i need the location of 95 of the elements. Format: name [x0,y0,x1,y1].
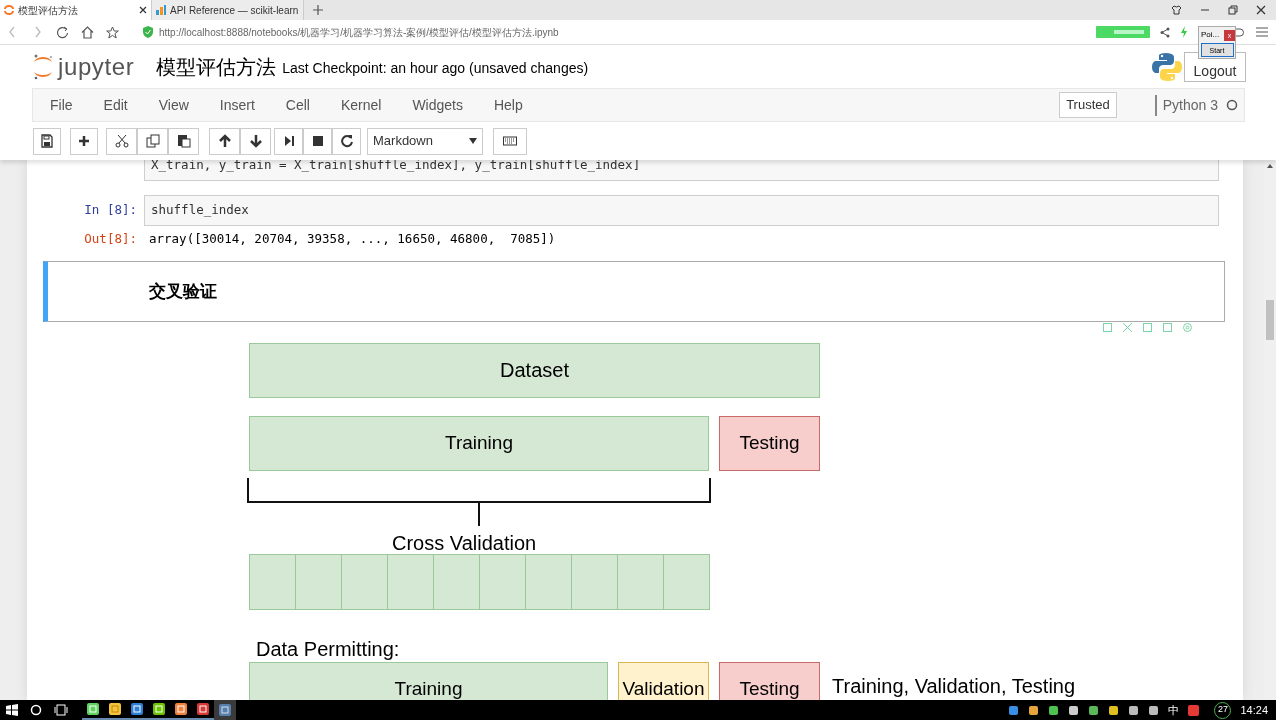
jupyter-wordmark[interactable]: jupyter [58,54,135,79]
menu-item[interactable]: File [50,94,73,116]
jupyter-logo-icon [32,52,54,81]
dataset-block: Dataset [249,342,820,398]
tray-icon[interactable] [1088,704,1100,716]
diagram-caption: Training, Validation, Testing [832,675,1076,696]
code-input[interactable]: shuffle_index [144,195,1219,226]
app-icon [219,704,231,716]
search-icon[interactable] [30,704,42,716]
app-icon [175,703,187,715]
input-method-indicator[interactable]: 中 [1168,701,1180,719]
star-icon[interactable] [106,25,119,39]
markdown-cell[interactable]: 交叉验证 [43,260,1225,322]
menu-item[interactable]: View [158,94,189,116]
notebook-title[interactable]: 模型评估方法 [156,51,277,82]
shield-icon [143,26,153,38]
menu-item[interactable]: Widgets [412,94,463,116]
tray-icon[interactable] [1048,704,1060,716]
kernel-name[interactable]: Python 3 [1154,94,1218,116]
training-block: Training [249,415,709,471]
diagram-label: Data Permitting: [256,636,400,662]
trusted-badge[interactable]: Trusted [1059,92,1117,118]
address-field[interactable]: http://localhost:8888/notebooks/机器学习/机器学习算法-案例/模型评估/模型评估方法.ipynb [159,24,559,40]
paste-button[interactable] [168,127,199,155]
move-up-button[interactable] [209,127,240,155]
restore-icon[interactable] [1228,5,1238,15]
output-text: array([30014, 20704, 39358, ..., 16650, 46800, 7085]) [148,230,556,248]
scrollbar-thumb[interactable] [1266,300,1274,340]
caret-icon [469,138,477,144]
move-down-icon [248,134,263,148]
paste-icon [176,134,191,148]
tray-icon[interactable] [1008,704,1020,716]
stop-button[interactable] [303,127,332,155]
testing-block: Testing [719,661,820,700]
keyboard-icon [503,134,517,148]
tray-icon[interactable] [1128,704,1140,716]
menu-item[interactable]: Insert [219,94,255,116]
restart-icon [339,134,354,148]
move-up-icon [217,134,232,148]
checkpoint-status: Last Checkpoint: an hour ago (unsaved changes) [282,58,589,78]
app-icon [153,703,165,715]
menu-item[interactable]: Help [493,94,523,116]
python-logo-icon [1152,51,1182,82]
move-down-button[interactable] [240,127,271,155]
run-button[interactable] [274,127,303,155]
restart-button[interactable] [332,127,361,155]
clock[interactable]: 14:24 [1240,701,1268,719]
scroll-up-icon[interactable] [1267,164,1273,168]
training-block: Training [249,661,608,700]
code-input[interactable]: X_train, y_train = X_train[shuffle_index], y_train[shuffle_index] [144,160,1219,181]
jupyter-logo-icon [4,5,14,15]
tray-icon[interactable] [1148,704,1160,716]
code-line: shuffle_index [151,201,249,220]
menu-item[interactable]: Edit [103,94,128,116]
refresh-icon[interactable] [56,25,69,39]
cut-icon [114,134,129,148]
tray-icon[interactable] [1108,704,1120,716]
menu-item[interactable]: Cell [285,94,310,116]
app-icon [131,703,143,715]
add-icon [77,134,91,148]
bar-chart-icon [156,5,166,15]
browser-tab[interactable]: 模型评估方法 [0,0,152,20]
stop-icon [310,134,325,148]
popup-title: Poi... [1200,29,1221,41]
taskbar-app-icon[interactable] [82,700,104,720]
taskbar-app-icon[interactable] [104,700,126,720]
output-prompt: Out[8]: [84,230,137,248]
home-icon[interactable] [81,25,94,39]
input-prompt: In [8]: [84,201,137,220]
validation-block: Validation [618,661,709,700]
cell-type-dropdown[interactable]: Markdown [367,127,483,155]
app-icon [87,703,99,715]
windows-icon[interactable] [6,704,18,716]
taskbar-app-icon[interactable] [170,700,192,720]
close-icon[interactable] [1256,5,1266,15]
tray-icon[interactable] [1028,704,1040,716]
shirt-icon[interactable] [1171,5,1182,15]
taskbar-app-icon[interactable] [126,700,148,720]
task-view-icon[interactable] [54,704,68,716]
add-button[interactable] [70,127,98,155]
app-icon [109,703,121,715]
testing-block: Testing [719,415,820,471]
save-button[interactable] [33,127,61,155]
cut-button[interactable] [106,127,137,155]
menu-item[interactable]: Kernel [340,94,382,116]
code-line: X_train, y_train = X_train[shuffle_index], y_train[shuffle_index] [151,160,641,175]
browser-tab[interactable]: API Reference — scikit-learn [152,0,304,20]
section-heading: 交叉验证 [149,280,217,303]
tray-icon[interactable] [1068,704,1080,716]
taskbar-app-icon[interactable] [148,700,170,720]
new-tab-icon[interactable] [312,4,324,16]
close-icon[interactable] [139,6,147,14]
diagram-label: Cross Validation [392,530,537,556]
keyboard-button[interactable] [493,127,527,155]
app-icon [197,703,209,715]
